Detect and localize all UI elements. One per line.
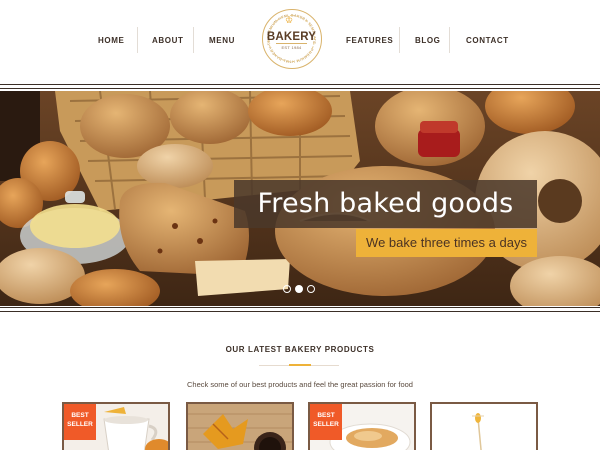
badge-line: BEST	[71, 412, 89, 419]
title-divider-accent	[289, 364, 311, 366]
honey-dipper-icon	[432, 404, 536, 450]
badge-line: SELLER	[313, 421, 339, 428]
hero-slider[interactable]: Fresh baked goods We bake three times a …	[0, 91, 600, 306]
autumn-leaves-coffee-icon	[188, 404, 292, 450]
logo-band	[276, 43, 307, 44]
hero-rule	[0, 311, 600, 312]
nav-menu[interactable]: MENU	[209, 36, 235, 45]
badge-line: SELLER	[67, 421, 93, 428]
best-seller-badge: BEST SELLER	[64, 404, 96, 440]
product-card[interactable]: BEST SELLER	[62, 402, 170, 450]
nav-divider	[399, 27, 400, 53]
nav-blog[interactable]: BLOG	[415, 36, 441, 45]
hero-rule	[0, 307, 600, 308]
product-card[interactable]	[186, 402, 294, 450]
hero-subline: We bake three times a days	[356, 229, 537, 257]
nav-contact[interactable]: CONTACT	[466, 36, 509, 45]
slider-dot-3[interactable]	[307, 285, 315, 293]
hero-headline: Fresh baked goods	[234, 180, 537, 228]
slider-dot-2[interactable]	[295, 285, 303, 293]
logo-wordmark: BAKERY	[266, 31, 317, 43]
nav-divider	[193, 27, 194, 53]
nav-about[interactable]: ABOUT	[152, 36, 183, 45]
header-rule	[0, 84, 600, 85]
bakery-logo[interactable]: PREMIUM HTML BAKERY TEMPLATE · PREMIUM H…	[262, 9, 322, 69]
site-header: HOME ABOUT MENU PREMIUM HTML BAKERY TEMP…	[0, 0, 600, 84]
nav-divider	[449, 27, 450, 53]
section-description: Check some of our best products and feel…	[187, 380, 413, 389]
badge-line: BEST	[317, 412, 335, 419]
product-card[interactable]: BEST SELLER	[308, 402, 416, 450]
chef-hat-icon: ♔	[285, 15, 294, 25]
slider-dot-1[interactable]	[283, 285, 291, 293]
nav-features[interactable]: FEATURES	[346, 36, 393, 45]
header-rule	[0, 88, 600, 89]
logo-established: EST 1984	[281, 45, 302, 50]
best-seller-badge: BEST SELLER	[310, 404, 342, 440]
product-card[interactable]	[430, 402, 538, 450]
section-title: OUR LATEST BAKERY PRODUCTS	[225, 345, 375, 354]
nav-divider	[137, 27, 138, 53]
nav-home[interactable]: HOME	[98, 36, 124, 45]
